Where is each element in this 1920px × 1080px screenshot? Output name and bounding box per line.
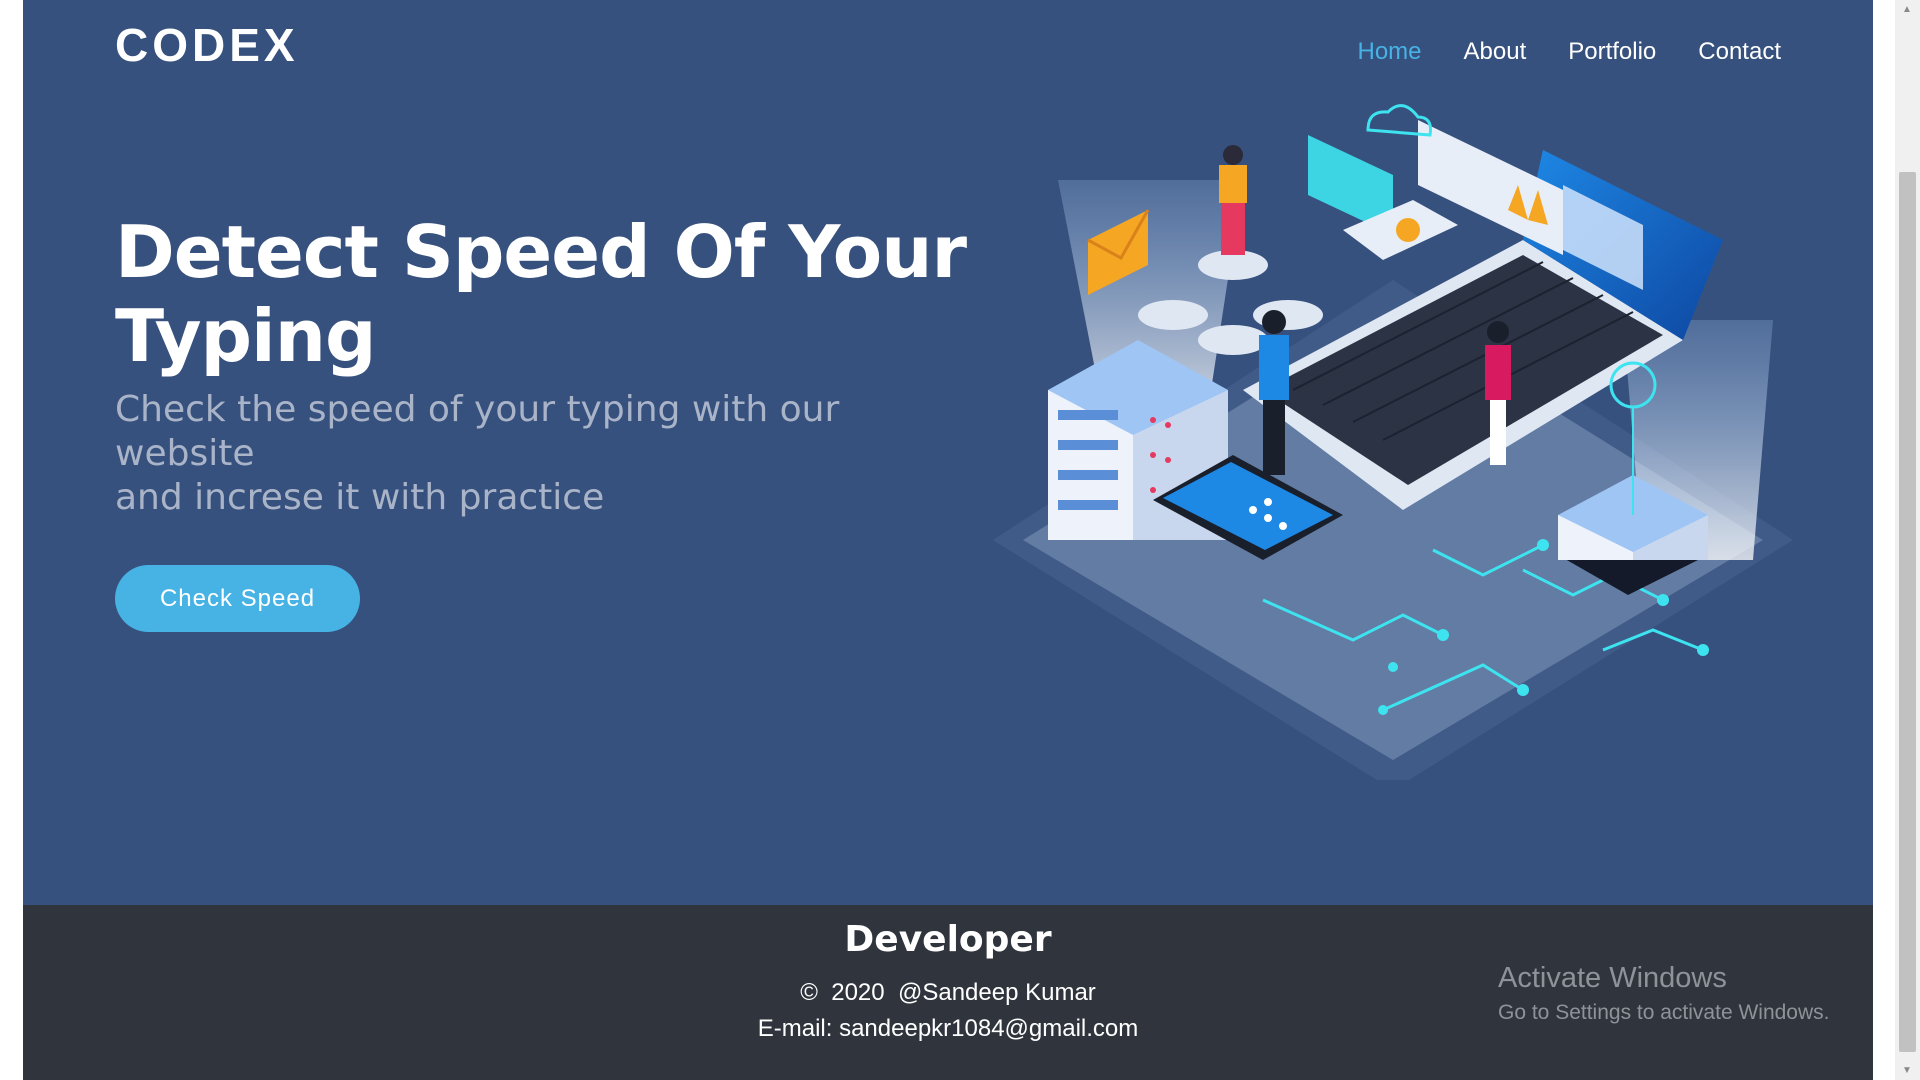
hero-title: Detect Speed Of Your Typing (115, 210, 975, 378)
footer-year: 2020 (831, 979, 885, 1006)
hero-title-line-1: Detect Speed Of Your (115, 210, 967, 294)
hero-title-line-2: Typing (115, 294, 377, 378)
hero-illustration (993, 104, 1793, 780)
nav-item-about[interactable]: About (1464, 38, 1527, 66)
watermark-title: Activate Windows (1498, 962, 1727, 994)
scrollbar-thumb[interactable] (1899, 172, 1916, 1052)
watermark-subtitle: Go to Settings to activate Windows. (1498, 1001, 1830, 1024)
nav-item-contact[interactable]: Contact (1698, 38, 1781, 66)
footer: Developer © 2020 @Sandeep Kumar E-mail: … (23, 905, 1873, 1080)
vertical-scrollbar[interactable]: ▲ ▼ (1895, 0, 1920, 1080)
hero-section: CODEX Home About Portfolio Contact Detec… (23, 0, 1873, 905)
page: CODEX Home About Portfolio Contact Detec… (23, 0, 1873, 1080)
hero-subtitle-line-1: Check the speed of your typing with our … (115, 389, 840, 474)
hero-subtitle-line-2: and increse it with practice (115, 477, 605, 518)
footer-title: Developer (844, 919, 1052, 960)
brand-logo[interactable]: CODEX (115, 18, 299, 72)
footer-author: @Sandeep Kumar (897, 979, 1096, 1006)
check-speed-button[interactable]: Check Speed (115, 565, 360, 632)
hero-subtitle: Check the speed of your typing with our … (115, 388, 975, 520)
main-nav: Home About Portfolio Contact (1357, 38, 1781, 66)
scroll-down-arrow-icon[interactable]: ▼ (1902, 1065, 1912, 1076)
scroll-up-arrow-icon[interactable]: ▲ (1902, 4, 1912, 15)
activate-windows-watermark: Activate Windows Go to Settings to activ… (1498, 962, 1830, 1025)
nav-item-portfolio[interactable]: Portfolio (1568, 38, 1656, 66)
copyright-symbol: © (800, 979, 818, 1006)
nav-item-home[interactable]: Home (1357, 38, 1421, 66)
